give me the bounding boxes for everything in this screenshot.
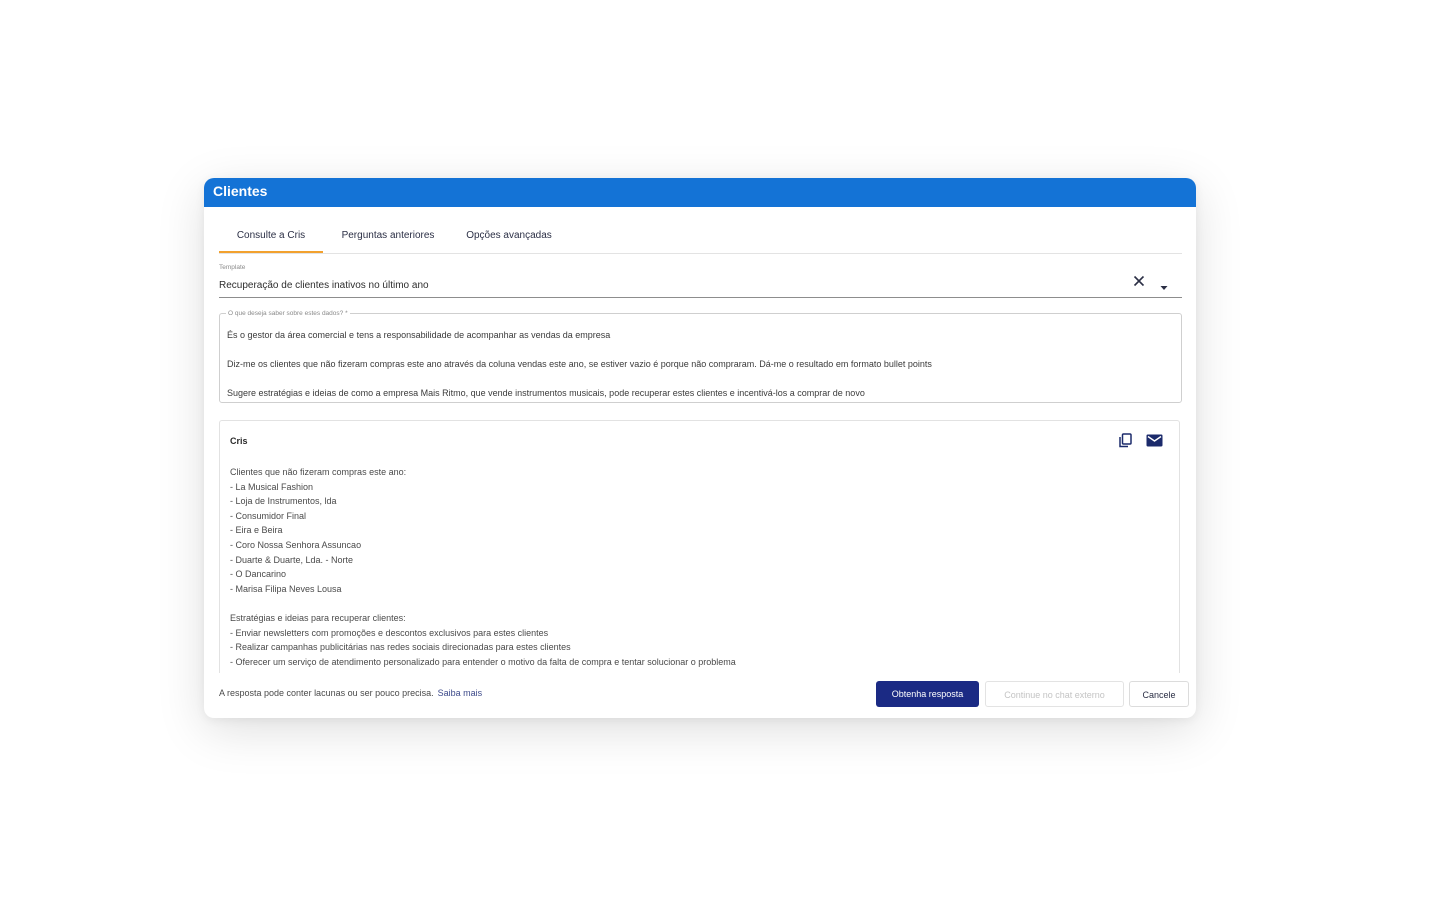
question-text[interactable]: És o gestor da área comercial e tens a r… [227, 328, 1172, 401]
dialog-title: Clientes [204, 178, 1196, 207]
disclaimer: A resposta pode conter lacunas ou ser po… [219, 688, 482, 698]
answer-author: Cris [230, 436, 248, 446]
mail-icon[interactable] [1146, 434, 1163, 447]
template-label: Template [219, 264, 246, 271]
copy-icon[interactable] [1118, 433, 1133, 448]
question-textarea[interactable]: O que deseja saber sobre estes dados? * … [219, 310, 1182, 403]
template-value: Recuperação de clientes inativos no últi… [219, 280, 429, 291]
chevron-down-icon[interactable] [1160, 278, 1168, 290]
get-answer-button[interactable]: Obtenha resposta [876, 681, 979, 707]
question-label: O que deseja saber sobre estes dados? * [226, 310, 350, 317]
clear-icon[interactable] [1132, 274, 1146, 288]
learn-more-link[interactable]: Saiba mais [438, 688, 483, 698]
tab-consulte-a-cris[interactable]: Consulte a Cris [219, 222, 323, 253]
disclaimer-text: A resposta pode conter lacunas ou ser po… [219, 688, 434, 698]
answer-text: Clientes que não fizeram compras este an… [230, 467, 736, 667]
continue-external-chat-button: Continue no chat externo [985, 681, 1124, 707]
tab-perguntas-anteriores[interactable]: Perguntas anteriores [333, 222, 443, 252]
clientes-dialog: Clientes Consulte a Cris Perguntas anter… [204, 178, 1196, 718]
template-select[interactable]: Template Recuperação de clientes inativo… [219, 262, 1182, 298]
cancel-button[interactable]: Cancele [1129, 681, 1189, 707]
tab-bar: Consulte a Cris Perguntas anteriores Opç… [219, 222, 1182, 254]
answer-panel: Cris Clientes que não fizeram compras es… [219, 420, 1180, 673]
tab-opcoes-avancadas[interactable]: Opções avançadas [459, 222, 559, 252]
